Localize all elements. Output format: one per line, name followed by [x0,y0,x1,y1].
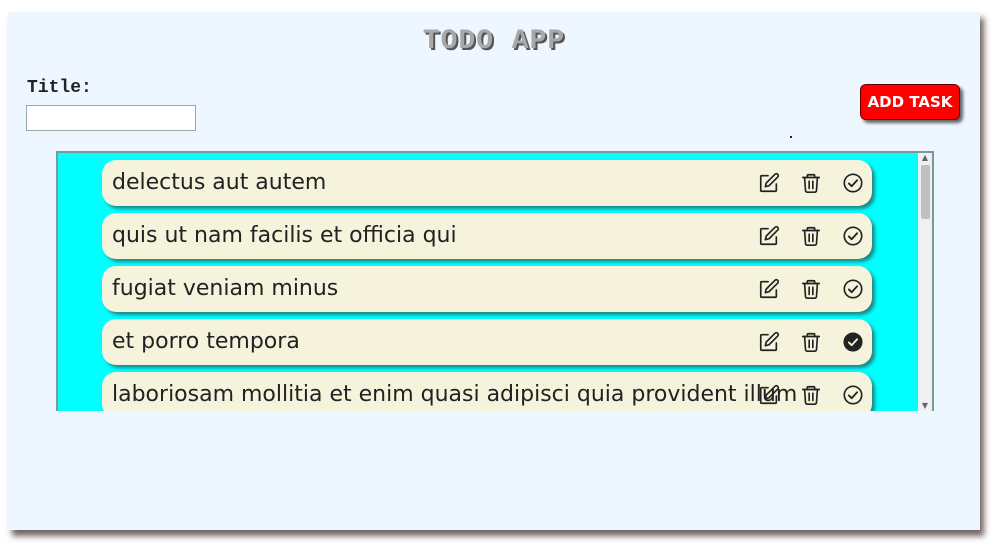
scroll-thumb[interactable] [921,165,930,219]
page-title: TODO APP [422,26,566,57]
edit-icon[interactable] [758,172,780,194]
todo-actions [758,225,864,247]
scrollbar[interactable]: ▲ ▼ [918,153,932,411]
edit-icon[interactable] [758,278,780,300]
edit-icon[interactable] [758,331,780,353]
todo-actions [758,278,864,300]
trash-icon[interactable] [800,172,822,194]
check-circle-icon[interactable] [842,225,864,247]
edit-icon[interactable] [758,384,780,406]
todo-text: quis ut nam facilis et officia qui [112,223,457,248]
todo-actions [758,331,864,353]
todo-item: laboriosam mollitia et enim quasi adipis… [102,372,872,411]
todo-item: fugiat veniam minus [102,266,872,312]
add-task-button[interactable]: ADD TASK [860,84,960,120]
check-circle-icon[interactable] [842,278,864,300]
app-window: TODO APP Title: ADD TASK delectus aut au… [8,12,980,530]
todo-list: delectus aut autem quis ut nam facilis e… [102,160,872,411]
edit-icon[interactable] [758,225,780,247]
stray-dot [790,136,792,138]
check-circle-icon[interactable] [842,172,864,194]
title-input[interactable] [26,105,196,131]
trash-icon[interactable] [800,278,822,300]
trash-icon[interactable] [800,331,822,353]
todo-item: et porro tempora [102,319,872,365]
todo-list-container[interactable]: delectus aut autem quis ut nam facilis e… [56,151,934,411]
todo-item: quis ut nam facilis et officia qui [102,213,872,259]
scroll-up-arrow[interactable]: ▲ [918,153,932,163]
todo-actions [758,172,864,194]
check-circle-icon[interactable] [842,384,864,406]
todo-text: fugiat veniam minus [112,276,339,301]
check-circle-icon[interactable] [842,331,864,353]
todo-text: et porro tempora [112,329,300,354]
todo-actions [758,384,864,406]
trash-icon[interactable] [800,225,822,247]
todo-item: delectus aut autem [102,160,872,206]
scroll-down-arrow[interactable]: ▼ [918,401,932,411]
todo-text: delectus aut autem [112,170,327,195]
trash-icon[interactable] [800,384,822,406]
title-label: Title: [27,78,92,98]
todo-text: laboriosam mollitia et enim quasi adipis… [112,382,798,407]
